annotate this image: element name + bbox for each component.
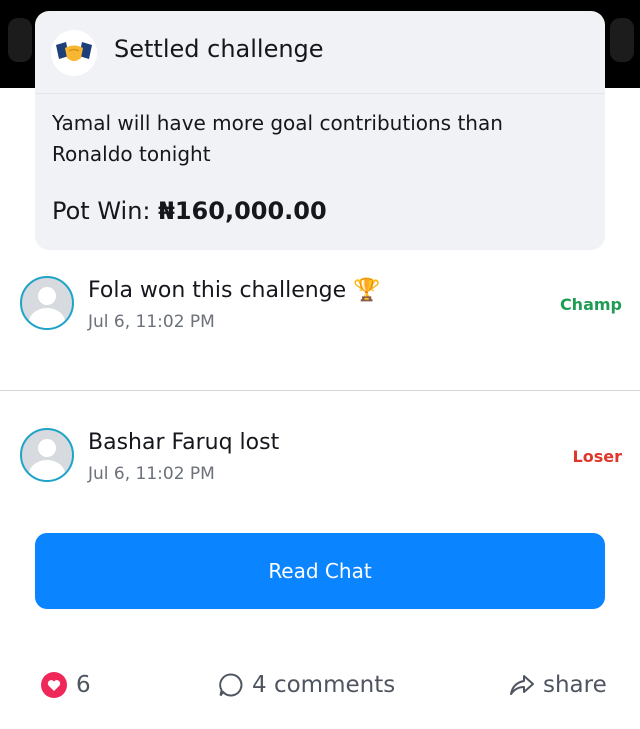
comments-label: 4 comments — [252, 672, 396, 698]
pot-value: ₦160,000.00 — [158, 197, 327, 225]
comment-icon — [219, 673, 243, 697]
action-bar: 6 4 comments share — [0, 665, 640, 705]
participant-row-loser[interactable]: Bashar Faruq lost Jul 6, 11:02 PM Loser — [0, 420, 640, 510]
participant-time: Jul 6, 11:02 PM — [88, 464, 215, 484]
status-badge-champ: Champ — [559, 295, 622, 314]
status-badge-loser: Loser — [572, 447, 622, 466]
read-chat-button[interactable]: Read Chat — [35, 533, 605, 609]
divider — [0, 390, 640, 391]
participant-name: Bashar Faruq lost — [88, 430, 280, 455]
participant-row-winner[interactable]: Fola won this challenge 🏆 Jul 6, 11:02 P… — [0, 268, 640, 358]
top-bar-left-control — [8, 18, 32, 62]
like-button[interactable]: 6 — [40, 665, 91, 705]
share-button[interactable]: share — [509, 665, 607, 705]
top-bar-right-control — [610, 18, 634, 62]
card-divider — [35, 93, 605, 94]
settled-challenge-card: Settled challenge Yamal will have more g… — [35, 11, 605, 250]
likes-count: 6 — [76, 672, 91, 698]
share-icon — [510, 675, 534, 695]
avatar[interactable] — [20, 428, 74, 482]
participant-name: Fola won this challenge 🏆 — [88, 278, 381, 303]
card-header: Settled challenge — [35, 11, 605, 93]
participant-time: Jul 6, 11:02 PM — [88, 312, 215, 332]
comments-button[interactable]: 4 comments — [218, 665, 395, 705]
trophy-icon: 🏆 — [353, 278, 381, 303]
heart-icon — [41, 672, 67, 698]
card-title: Settled challenge — [114, 35, 324, 63]
share-label: share — [543, 672, 607, 698]
pot-win: Pot Win: ₦160,000.00 — [52, 197, 327, 225]
handshake-icon — [51, 30, 97, 76]
pot-label: Pot Win: — [52, 197, 151, 225]
challenge-description: Yamal will have more goal contributions … — [52, 111, 503, 166]
avatar[interactable] — [20, 276, 74, 330]
